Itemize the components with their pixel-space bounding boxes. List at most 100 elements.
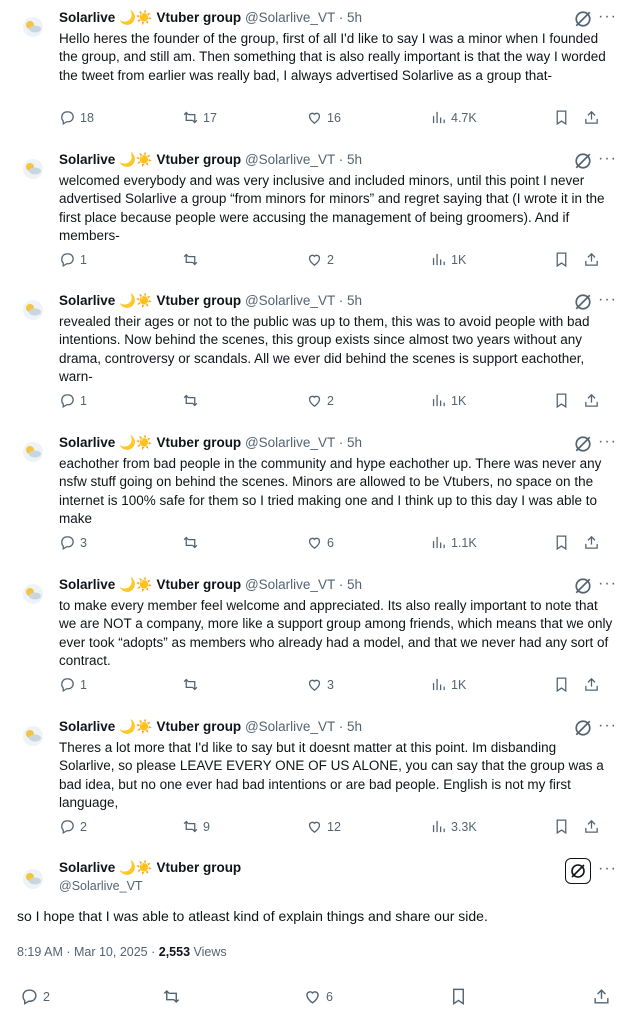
moon-emoji: 🌙 xyxy=(119,577,136,592)
share-icon[interactable] xyxy=(592,987,611,1006)
reply-button[interactable]: 3 xyxy=(59,534,87,551)
grok-icon[interactable] xyxy=(574,719,592,737)
views-button[interactable]: 1K xyxy=(430,676,466,693)
author-name[interactable]: Solarlive xyxy=(59,577,115,592)
repost-button[interactable] xyxy=(182,676,203,693)
author-name[interactable]: Solarlive xyxy=(59,10,115,25)
like-button[interactable]: 12 xyxy=(306,818,341,835)
reply-button[interactable]: 2 xyxy=(59,818,87,835)
share-icon[interactable] xyxy=(583,818,600,835)
bookmark-icon[interactable] xyxy=(553,251,570,268)
more-icon[interactable]: ··· xyxy=(598,8,617,26)
more-icon[interactable]: ··· xyxy=(598,860,617,878)
author-name[interactable]: Solarlive xyxy=(59,435,115,450)
reply-button[interactable]: 1 xyxy=(59,251,87,268)
reply-button[interactable]: 2 xyxy=(20,987,50,1006)
author-name[interactable]: Solarlive xyxy=(59,293,115,308)
heart-icon xyxy=(308,112,321,124)
timestamp[interactable]: 8:19 AM · Mar 10, 2025 · xyxy=(17,945,155,959)
author-group-label[interactable]: Vtuber group xyxy=(156,10,241,25)
grok-icon[interactable] xyxy=(574,577,592,595)
author-handle[interactable]: @Solarlive_VT xyxy=(245,10,335,25)
author-handle[interactable]: @Solarlive_VT xyxy=(245,577,335,592)
avatar[interactable] xyxy=(22,868,44,890)
author-name[interactable]: Solarlive xyxy=(59,860,115,875)
more-icon[interactable]: ··· xyxy=(598,433,617,451)
bookmark-icon[interactable] xyxy=(553,676,570,693)
author-handle[interactable]: @Solarlive_VT xyxy=(245,719,335,734)
like-button[interactable]: 16 xyxy=(306,109,341,126)
thread-tweet[interactable]: Solarlive 🌙☀️ Vtuber group @Solarlive_VT… xyxy=(0,2,627,140)
author-handle[interactable]: @Solarlive_VT xyxy=(245,293,335,308)
tweet-time[interactable]: · 5h xyxy=(339,435,362,450)
views-button[interactable]: 1K xyxy=(430,251,466,268)
avatar[interactable] xyxy=(22,299,44,321)
author-group-label[interactable]: Vtuber group xyxy=(156,435,241,450)
more-icon[interactable]: ··· xyxy=(598,717,617,735)
tweet-time[interactable]: · 5h xyxy=(339,10,362,25)
like-button[interactable]: 3 xyxy=(306,676,334,693)
more-icon[interactable]: ··· xyxy=(598,575,617,593)
grok-icon[interactable] xyxy=(574,10,592,28)
more-icon[interactable]: ··· xyxy=(598,291,617,309)
thread-tweet[interactable]: Solarlive 🌙☀️ Vtuber group @Solarlive_VT… xyxy=(0,711,627,849)
author-name-line[interactable]: Solarlive 🌙☀️ Vtuber group xyxy=(59,860,241,876)
repost-button[interactable] xyxy=(162,987,185,1006)
bookmark-icon[interactable] xyxy=(449,987,468,1006)
repost-button[interactable] xyxy=(182,392,203,409)
bookmark-icon[interactable] xyxy=(553,534,570,551)
reply-button[interactable]: 1 xyxy=(59,392,87,409)
author-handle[interactable]: @Solarlive_VT xyxy=(245,435,335,450)
repost-button[interactable] xyxy=(182,534,203,551)
views-button[interactable]: 4.7K xyxy=(430,109,477,126)
share-icon[interactable] xyxy=(583,534,600,551)
avatar[interactable] xyxy=(22,725,44,747)
author-name[interactable]: Solarlive xyxy=(59,719,115,734)
like-button[interactable]: 6 xyxy=(303,987,333,1006)
avatar[interactable] xyxy=(22,158,44,180)
avatar[interactable] xyxy=(22,441,44,463)
author-group-label[interactable]: Vtuber group xyxy=(156,293,241,308)
action-bar: 18 17 16 4.7K xyxy=(59,109,615,129)
bookmark-icon[interactable] xyxy=(553,392,570,409)
repost-button[interactable]: 17 xyxy=(182,109,217,126)
share-icon[interactable] xyxy=(583,392,600,409)
views-button[interactable]: 1.1K xyxy=(430,534,477,551)
like-button[interactable]: 6 xyxy=(306,534,334,551)
avatar[interactable] xyxy=(22,583,44,605)
share-icon[interactable] xyxy=(583,109,600,126)
tweet-time[interactable]: · 5h xyxy=(339,152,362,167)
views-button[interactable]: 1K xyxy=(430,392,466,409)
share-icon[interactable] xyxy=(583,251,600,268)
author-group-label[interactable]: Vtuber group xyxy=(156,860,241,875)
like-button[interactable]: 2 xyxy=(306,251,334,268)
tweet-time[interactable]: · 5h xyxy=(339,577,362,592)
thread-tweet[interactable]: Solarlive 🌙☀️ Vtuber group @Solarlive_VT… xyxy=(0,144,627,282)
author-handle[interactable]: @Solarlive_VT xyxy=(59,879,143,893)
tweet-time[interactable]: · 5h xyxy=(339,293,362,308)
repost-button[interactable] xyxy=(182,251,203,268)
grok-icon[interactable] xyxy=(574,435,592,453)
author-handle[interactable]: @Solarlive_VT xyxy=(245,152,335,167)
like-button[interactable]: 2 xyxy=(306,392,334,409)
author-group-label[interactable]: Vtuber group xyxy=(156,719,241,734)
reply-button[interactable]: 18 xyxy=(59,109,94,126)
author-name[interactable]: Solarlive xyxy=(59,152,115,167)
thread-tweet[interactable]: Solarlive 🌙☀️ Vtuber group @Solarlive_VT… xyxy=(0,427,627,565)
grok-icon[interactable] xyxy=(574,152,592,170)
repost-button[interactable]: 9 xyxy=(182,818,210,835)
reply-button[interactable]: 1 xyxy=(59,676,87,693)
grok-icon[interactable] xyxy=(574,293,592,311)
share-icon[interactable] xyxy=(583,676,600,693)
tweet-time[interactable]: · 5h xyxy=(339,719,362,734)
more-icon[interactable]: ··· xyxy=(598,150,617,168)
author-group-label[interactable]: Vtuber group xyxy=(156,577,241,592)
bookmark-icon[interactable] xyxy=(553,818,570,835)
avatar[interactable] xyxy=(22,16,44,38)
views-button[interactable]: 3.3K xyxy=(430,818,477,835)
thread-tweet[interactable]: Solarlive 🌙☀️ Vtuber group @Solarlive_VT… xyxy=(0,569,627,707)
bookmark-icon[interactable] xyxy=(553,109,570,126)
author-group-label[interactable]: Vtuber group xyxy=(156,152,241,167)
thread-tweet[interactable]: Solarlive 🌙☀️ Vtuber group @Solarlive_VT… xyxy=(0,285,627,423)
grok-button[interactable] xyxy=(565,858,591,884)
